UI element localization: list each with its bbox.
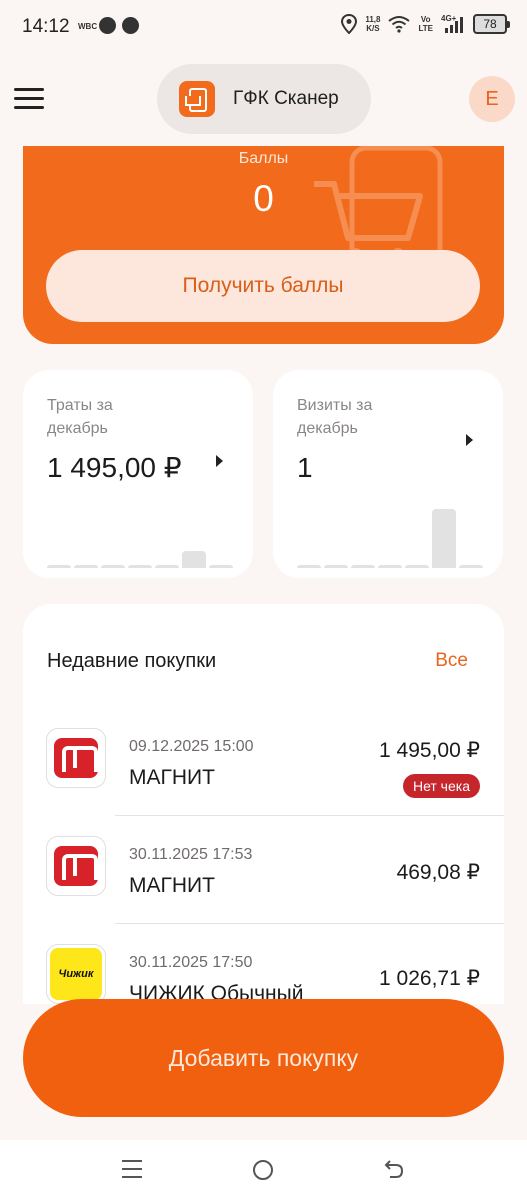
spending-chart <box>47 498 233 568</box>
see-all-link[interactable]: Все <box>435 650 468 672</box>
store-logo <box>46 836 106 896</box>
battery-icon: 78 <box>473 14 510 34</box>
purchase-amount: 1 495,00 ₽ <box>379 739 480 762</box>
visits-value: 1 <box>297 452 313 483</box>
get-points-button[interactable]: Получить баллы <box>46 250 480 322</box>
store-logo <box>46 728 106 788</box>
wifi-icon <box>388 16 411 33</box>
points-value: 0 <box>253 178 274 219</box>
purchase-date: 09.12.2025 15:00 <box>129 738 254 755</box>
purchase-item[interactable]: Чижик 30.11.2025 17:50 ЧИЖИК Обычный 1 0… <box>23 924 504 1004</box>
accessibility-icon <box>99 17 116 34</box>
status-carrier-label: WBC <box>78 22 98 31</box>
back-button[interactable] <box>384 1158 404 1184</box>
purchase-amount: 469,08 ₽ <box>396 861 480 884</box>
chart-bar <box>101 565 125 568</box>
status-time: 14:12 <box>22 16 70 37</box>
menu-button[interactable] <box>14 88 44 112</box>
chart-bar <box>297 565 321 568</box>
battery-level: 78 <box>483 17 497 31</box>
store-logo: Чижик <box>46 944 106 1004</box>
chart-bar <box>74 565 98 568</box>
app-title-pill[interactable]: ГФК Сканер <box>157 64 371 134</box>
avatar[interactable]: E <box>469 76 515 122</box>
chart-bar <box>432 508 456 568</box>
status-indicators: 11,8 K/S Vo LTE 4G+ 78 <box>341 14 510 34</box>
visits-chart <box>297 498 483 568</box>
chart-bar <box>47 565 71 568</box>
purchase-store: МАГНИТ <box>129 874 215 897</box>
back-icon <box>384 1160 404 1178</box>
chart-bar <box>128 565 152 568</box>
chart-bar <box>405 565 429 568</box>
purchase-item[interactable]: 30.11.2025 17:53 МАГНИТ 469,08 ₽ <box>23 816 504 924</box>
purchase-date: 30.11.2025 17:53 <box>129 846 253 863</box>
magnit-logo-icon <box>54 846 98 886</box>
recent-purchases-title: Недавние покупки <box>47 650 217 672</box>
chart-bar <box>209 565 233 568</box>
spending-card[interactable]: Траты за декабрь 1 495,00 ₽ <box>23 370 253 578</box>
status-bar: 14:12 WBC 11,8 K/S Vo LTE 4G+ 78 <box>0 0 527 52</box>
purchase-date: 30.11.2025 17:50 <box>129 954 253 971</box>
chart-bar <box>459 565 483 568</box>
magnit-logo-icon <box>54 738 98 778</box>
app-notification-icon <box>122 17 139 34</box>
chevron-right-icon <box>216 455 223 467</box>
recent-purchases-card: Недавние покупки Все 09.12.2025 15:00 МА… <box>23 604 504 1004</box>
chevron-right-icon <box>466 434 473 446</box>
spending-label: Траты за декабрь <box>47 397 113 437</box>
chart-bar <box>324 565 348 568</box>
add-purchase-button[interactable]: Добавить покупку <box>23 999 504 1117</box>
purchase-amount: 1 026,71 ₽ <box>379 967 480 990</box>
points-card: Баллы 0 Получить баллы <box>23 146 504 344</box>
chart-bar <box>155 565 179 568</box>
no-receipt-badge: Нет чека <box>402 774 480 798</box>
network-speed: 11,8 K/S <box>365 15 381 33</box>
home-button[interactable] <box>253 1160 273 1180</box>
avatar-letter: E <box>485 87 499 110</box>
chart-bar <box>378 565 402 568</box>
visits-card[interactable]: Визиты за декабрь 1 <box>273 370 503 578</box>
signal-icon: 4G+ <box>441 14 465 34</box>
volte-indicator: Vo LTE <box>418 15 433 33</box>
app-title: ГФК Сканер <box>233 88 339 109</box>
system-nav-bar <box>0 1140 527 1200</box>
app-logo-icon <box>179 81 215 117</box>
chart-bar <box>351 565 375 568</box>
visits-label: Визиты за декабрь <box>297 397 373 437</box>
spending-value: 1 495,00 ₽ <box>47 452 182 483</box>
chizhik-logo-icon: Чижик <box>50 948 102 1000</box>
location-icon <box>341 14 358 34</box>
recents-button[interactable] <box>122 1160 142 1178</box>
points-label: Баллы <box>238 150 289 167</box>
purchase-item[interactable]: 09.12.2025 15:00 МАГНИТ 1 495,00 ₽ Нет ч… <box>23 708 504 816</box>
chart-bar <box>182 551 206 568</box>
purchase-store: МАГНИТ <box>129 766 215 789</box>
